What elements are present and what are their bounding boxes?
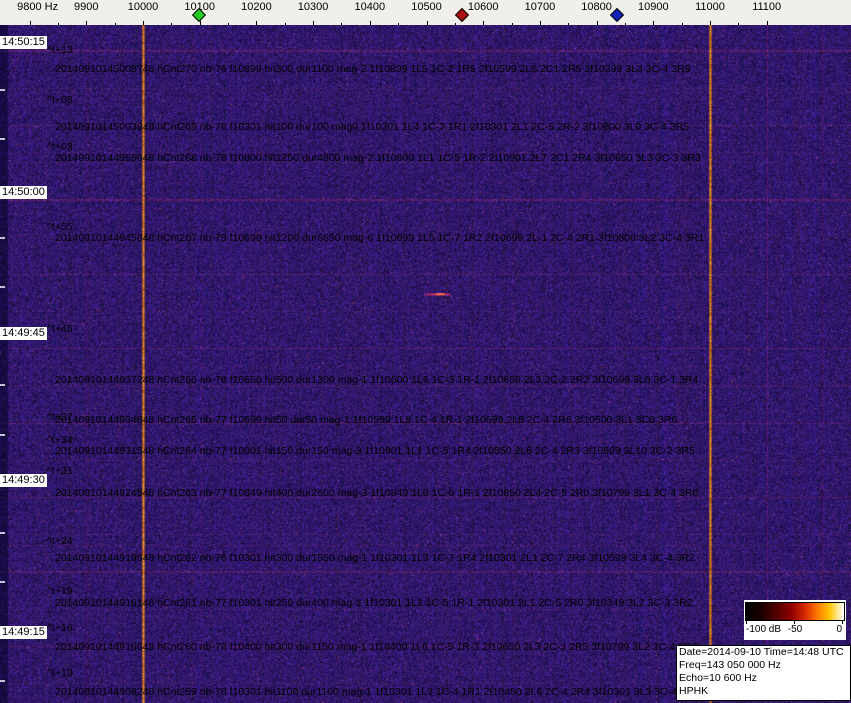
freq-tick: [86, 21, 88, 25]
time-tick: [0, 532, 5, 534]
time-tick: [0, 581, 5, 583]
freq-label: 10300: [297, 1, 329, 13]
meteor-echo-monitor: 9800 Hz 9900 10000 10100 10200 10300 10400 1050…: [0, 0, 851, 703]
detection-line: 20140910144924548 hCnt263 nb-77 f10849 h…: [55, 487, 699, 499]
frequency-axis: 9800 Hz 9900 10000 10100 10200 10300 10400 1050…: [0, 0, 851, 25]
freq-tick: [539, 21, 541, 25]
time-label: 14:49:45: [0, 327, 47, 340]
freq-label: 9900: [74, 1, 99, 13]
detection-line: 20140910144955648 hCnt268 nb-78 f10800 h…: [55, 152, 701, 164]
freq-minor-tick: [228, 23, 230, 25]
time-label: 14:49:30: [0, 474, 47, 487]
freq-minor-tick: [681, 23, 683, 25]
time-offset-marker: ^t+31: [47, 465, 73, 477]
freq-tick: [653, 21, 655, 25]
detection-line: 20140910144919648 hCnt262 nb-76 f10301 h…: [55, 552, 695, 564]
freq-minor-tick: [454, 23, 456, 25]
blue-marker-diamond[interactable]: [609, 7, 625, 23]
freq-minor-tick: [114, 23, 116, 25]
freq-minor-tick: [738, 23, 740, 25]
db-gradient-bar: [745, 602, 845, 621]
spectrogram-overlays: ^t+13 ^t+08 ^t+03 ^t+55 ^t+45 ^t+37 ^t+34 ^t+31…: [0, 0, 851, 703]
freq-label: 10900: [638, 1, 669, 13]
time-offset-marker: ^t+19: [47, 585, 73, 597]
detection-line: 20140910145003848 hCnt269 nb-78 f10301 h…: [55, 121, 689, 133]
freq-label: 10600: [467, 1, 499, 13]
time-label: 14:50:15: [0, 36, 47, 49]
freq-tick: [143, 21, 144, 25]
detection-line: 20140910144906248 hCnt259 nb-78 f10301 h…: [55, 686, 700, 698]
detection-line: 20140910144945848 hCnt267 nb-79 f10699 h…: [55, 232, 705, 244]
freq-tick: [199, 21, 201, 25]
freq-minor-tick: [568, 23, 570, 25]
freq-label: 10500: [411, 1, 442, 13]
freq-label: 10000: [127, 1, 159, 13]
freq-label: 10800: [581, 1, 612, 13]
time-tick: [0, 237, 5, 239]
db-color-scale: -100 dB -50 0: [744, 600, 846, 640]
time-label: 14:49:15: [0, 626, 47, 639]
freq-minor-tick: [511, 23, 513, 25]
freq-minor-tick: [57, 23, 59, 25]
db-mid-label: -50: [787, 624, 803, 635]
freq-tick: [256, 21, 258, 25]
info-echo-frequency: Echo=10 600 Hz: [679, 672, 757, 684]
time-offset-marker: ^t+10: [47, 667, 73, 679]
freq-label: 11000: [695, 1, 725, 13]
time-tick: [0, 286, 5, 288]
info-date-time: Date=2014-09-10 Time=14:48 UTC: [679, 646, 844, 658]
time-offset-marker: ^t+13: [47, 44, 73, 56]
freq-minor-tick: [341, 23, 343, 25]
db-max-label: 0: [836, 624, 842, 635]
time-tick: [0, 680, 5, 682]
freq-minor-tick: [398, 23, 400, 25]
time-tick: [0, 434, 5, 436]
freq-tick: [596, 21, 598, 25]
status-info-box: Date=2014-09-10 Time=14:48 UTC Freq=143 …: [676, 645, 851, 701]
freq-tick: [313, 21, 315, 25]
freq-minor-tick: [284, 23, 286, 25]
detection-line: 20140910144916148 hCnt261 nb-77 f10301 h…: [55, 597, 693, 609]
time-label: 14:50:00: [0, 186, 47, 199]
freq-tick: [426, 21, 428, 25]
freq-tick: [710, 21, 711, 25]
detection-line: 20140910144910648 hCnt260 nb-78 f10400 h…: [55, 641, 698, 653]
freq-label: 9800 Hz: [17, 1, 59, 13]
freq-tick: [369, 21, 371, 25]
freq-label: 10200: [241, 1, 272, 13]
freq-label: 10400: [354, 1, 386, 13]
freq-label: 11100: [752, 1, 782, 13]
detection-line: 20140910145008748 hCnt270 nb-76 f10899 h…: [55, 63, 691, 75]
freq-tick: [29, 21, 31, 25]
time-tick: [0, 138, 5, 140]
db-scale-labels: -100 dB -50 0: [744, 624, 846, 638]
freq-label: 10700: [524, 1, 556, 13]
freq-minor-tick: [171, 23, 173, 25]
time-tick: [0, 384, 5, 386]
db-min-label: -100 dB: [746, 624, 782, 635]
detection-line: 20140910144931548 hCnt264 nb-77 f10901 h…: [55, 445, 695, 457]
detection-line: 20140910144937248 hCnt266 nb-78 f10650 h…: [55, 374, 699, 386]
time-tick: [0, 89, 5, 91]
freq-tick: [766, 21, 768, 25]
time-offset-marker: ^t+08: [47, 94, 73, 106]
time-offset-marker: ^t+16: [47, 622, 73, 634]
detection-line: 20140910144934848 hCnt265 nb-77 f10699 h…: [55, 414, 678, 426]
info-station-code: HPHK: [679, 685, 709, 697]
time-offset-marker: ^t+45: [47, 323, 73, 335]
freq-minor-tick: [624, 23, 626, 25]
time-offset-marker: ^t+24: [47, 535, 73, 547]
info-frequency: Freq=143 050 000 Hz: [679, 659, 781, 671]
freq-tick: [483, 21, 485, 25]
